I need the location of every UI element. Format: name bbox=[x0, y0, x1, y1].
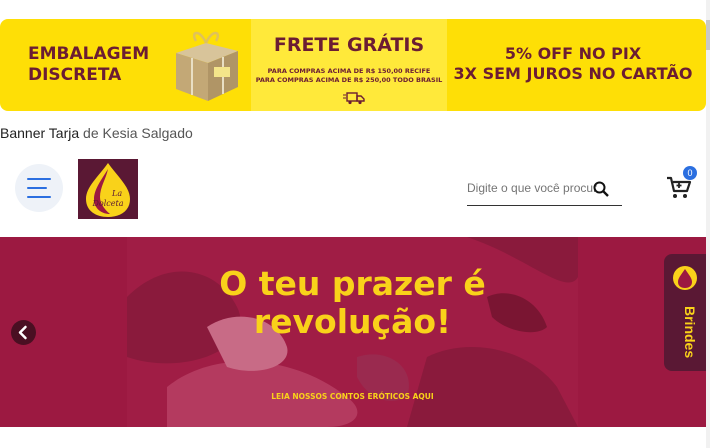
free-shipping-brasil: PARA COMPRAS ACIMA DE R$ 250,00 TODO BRA… bbox=[255, 76, 443, 84]
gifts-logo-icon bbox=[673, 266, 697, 290]
hero-title-line1: O teu prazer é bbox=[219, 264, 486, 303]
carousel-prev-button[interactable] bbox=[11, 320, 36, 345]
hero-title-line2: revolução! bbox=[253, 302, 452, 341]
page: EMBALAGEM DISCRETA FRETE GRÁTIS PARA COM… bbox=[0, 0, 710, 448]
free-shipping-panel: FRETE GRÁTIS PARA COMPRAS ACIMA DE R$ 15… bbox=[251, 19, 447, 111]
search-underline bbox=[467, 205, 622, 206]
menu-button[interactable] bbox=[15, 164, 63, 212]
logo-text-la: La bbox=[111, 189, 122, 198]
promo-installments: 3X SEM JUROS NO CARTÃO bbox=[453, 64, 693, 83]
search-input[interactable] bbox=[467, 176, 597, 200]
chevron-left-icon bbox=[18, 325, 27, 340]
banner-credit: Banner Tarja de Kesia Salgado bbox=[0, 125, 193, 141]
logo-icon: La Dolceta bbox=[86, 163, 130, 217]
scrollbar-track[interactable] bbox=[706, 0, 710, 448]
gifts-side-tab[interactable]: Brindes bbox=[664, 254, 706, 371]
hamburger-icon bbox=[27, 178, 51, 180]
logo-text-dolceta: Dolceta bbox=[92, 199, 124, 208]
search-icon[interactable] bbox=[593, 181, 609, 197]
promo-pix-discount: 5% OFF NO PIX bbox=[504, 44, 642, 63]
gifts-label: Brindes bbox=[682, 305, 698, 359]
promo-discreet-packaging: EMBALAGEM DISCRETA bbox=[28, 44, 149, 86]
truck-icon bbox=[343, 92, 365, 105]
hero-title: O teu prazer é revolução! bbox=[127, 265, 578, 341]
free-shipping-title: FRETE GRÁTIS bbox=[273, 34, 425, 56]
promo-left-line2: DISCRETA bbox=[28, 65, 122, 85]
cart-count-badge: 0 bbox=[683, 166, 697, 180]
free-shipping-recife: PARA COMPRAS ACIMA DE R$ 150,00 RECIFE bbox=[267, 67, 431, 75]
package-icon bbox=[176, 31, 238, 101]
store-logo[interactable]: La Dolceta bbox=[78, 159, 138, 219]
promo-banner[interactable]: EMBALAGEM DISCRETA FRETE GRÁTIS PARA COM… bbox=[0, 19, 706, 111]
promo-payment: 5% OFF NO PIX 3X SEM JUROS NO CARTÃO bbox=[448, 44, 698, 84]
banner-credit-author: de Kesia Salgado bbox=[83, 125, 193, 141]
scrollbar-thumb[interactable] bbox=[706, 20, 710, 50]
hero-carousel[interactable]: O teu prazer é revolução! LEIA NOSSOS CO… bbox=[0, 237, 706, 427]
hero-subtitle-link[interactable]: LEIA NOSSOS CONTOS ERÓTICOS AQUI bbox=[127, 392, 578, 401]
promo-left-line1: EMBALAGEM bbox=[28, 44, 150, 64]
banner-credit-title: Banner Tarja bbox=[0, 125, 80, 141]
